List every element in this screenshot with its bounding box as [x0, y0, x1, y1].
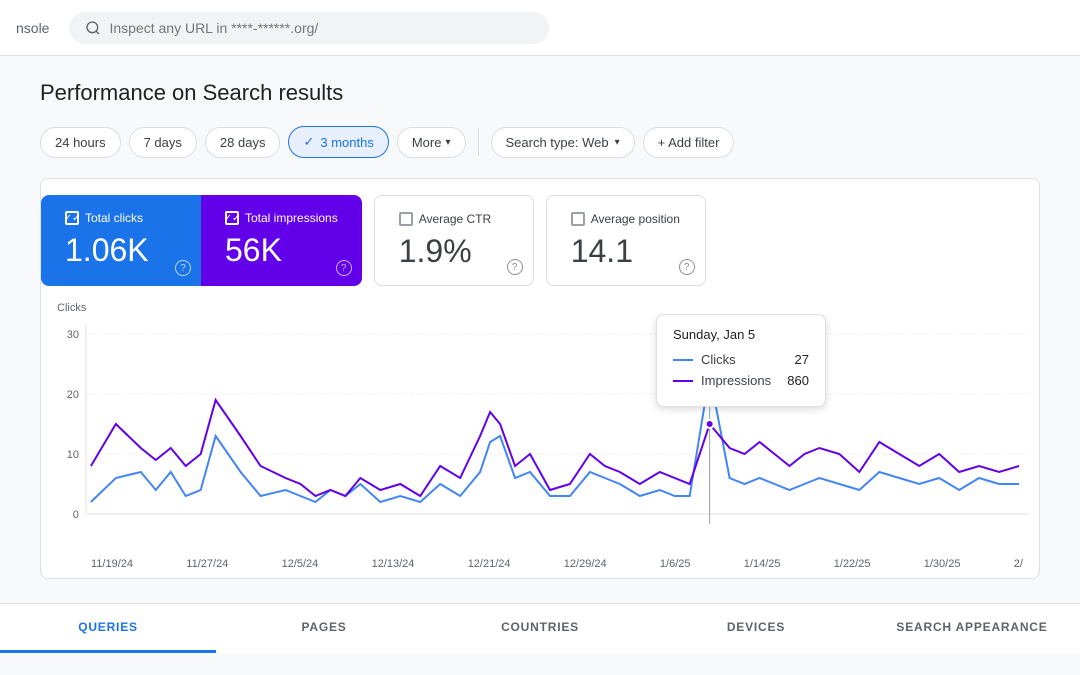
filter-3m[interactable]: ✓ 3 months [288, 126, 388, 158]
filter-more[interactable]: More ▾ [397, 127, 466, 158]
tab-pages[interactable]: PAGES [216, 604, 432, 653]
impressions-value: 56K [225, 233, 338, 268]
tooltip-row-impressions: Impressions 860 [673, 373, 809, 388]
tooltip-date: Sunday, Jan 5 [673, 327, 809, 342]
metric-clicks-label: ✓ Total clicks [65, 211, 177, 225]
svg-text:0: 0 [73, 509, 79, 521]
search-icon [85, 20, 101, 36]
metric-impressions[interactable]: ✓ Total impressions 56K ? [201, 195, 362, 286]
help-impressions-icon[interactable]: ? [336, 260, 352, 276]
clicks-line-icon [673, 359, 693, 361]
help-ctr-icon[interactable]: ? [507, 259, 523, 275]
impressions-line-icon [673, 380, 693, 382]
page-title: Performance on Search results [40, 80, 1040, 106]
tooltip-impressions-value: 860 [787, 373, 809, 388]
chart-y-label: Clicks [41, 302, 1039, 314]
metric-clicks[interactable]: ✓ Total clicks 1.06K ? [41, 195, 201, 286]
tooltip-box: Sunday, Jan 5 Clicks 27 Impressions 860 [656, 314, 826, 407]
tooltip-impressions-label: Impressions [673, 373, 771, 388]
chevron-down-icon: ▾ [615, 137, 620, 148]
filter-bar: 24 hours 7 days 28 days ✓ 3 months More … [40, 126, 1040, 158]
top-bar: nsole [0, 0, 1080, 56]
chart-x-labels: 11/19/24 11/27/24 12/5/24 12/13/24 12/21… [41, 554, 1039, 578]
ctr-value: 1.9% [399, 234, 509, 269]
help-clicks-icon[interactable]: ? [175, 260, 191, 276]
metric-avgpos[interactable]: Average position 14.1 ? [546, 195, 706, 286]
tooltip-dot-impressions [706, 420, 714, 428]
bottom-tabs: QUERIES PAGES COUNTRIES DEVICES SEARCH A… [0, 603, 1080, 653]
search-bar[interactable] [69, 12, 549, 44]
metric-avgpos-label: Average position [571, 212, 681, 226]
metric-impressions-label: ✓ Total impressions [225, 211, 338, 225]
url-search-input[interactable] [109, 20, 533, 36]
chart-svg: 0 10 20 30 [41, 314, 1039, 554]
divider [478, 128, 479, 156]
checkmark-icon: ✓ [303, 134, 314, 150]
app-title: nsole [16, 20, 49, 36]
filter-24h[interactable]: 24 hours [40, 127, 121, 158]
tab-search-appearance[interactable]: SEARCH APPEARANCE [864, 604, 1080, 653]
chevron-down-icon: ▾ [445, 137, 450, 148]
svg-text:30: 30 [67, 329, 79, 341]
filter-28d[interactable]: 28 days [205, 127, 281, 158]
search-type-button[interactable]: Search type: Web ▾ [491, 127, 635, 158]
ctr-checkbox[interactable] [399, 212, 413, 226]
chart-container: 0 10 20 30 Sunday, Jan 5 [41, 314, 1039, 554]
clicks-value: 1.06K [65, 233, 177, 268]
metric-ctr[interactable]: Average CTR 1.9% ? [374, 195, 534, 286]
tooltip-row-clicks: Clicks 27 [673, 352, 809, 367]
svg-text:10: 10 [67, 449, 79, 461]
svg-text:20: 20 [67, 389, 79, 401]
help-avgpos-icon[interactable]: ? [679, 259, 695, 275]
avgpos-value: 14.1 [571, 234, 681, 269]
tooltip-clicks-value: 27 [795, 352, 809, 367]
tab-devices[interactable]: DEVICES [648, 604, 864, 653]
avgpos-checkbox[interactable] [571, 212, 585, 226]
tooltip-clicks-label: Clicks [673, 352, 736, 367]
chart-area: ✓ Total clicks 1.06K ? ✓ Total impressio… [40, 178, 1040, 579]
metrics-row: ✓ Total clicks 1.06K ? ✓ Total impressio… [41, 195, 1039, 286]
add-filter-button[interactable]: + Add filter [643, 127, 735, 158]
tab-queries[interactable]: QUERIES [0, 604, 216, 653]
tab-countries[interactable]: COUNTRIES [432, 604, 648, 653]
filter-7d[interactable]: 7 days [129, 127, 197, 158]
metric-ctr-label: Average CTR [399, 212, 509, 226]
main-content: Performance on Search results 24 hours 7… [0, 56, 1080, 603]
clicks-checkbox[interactable]: ✓ [65, 211, 79, 225]
impressions-checkbox[interactable]: ✓ [225, 211, 239, 225]
